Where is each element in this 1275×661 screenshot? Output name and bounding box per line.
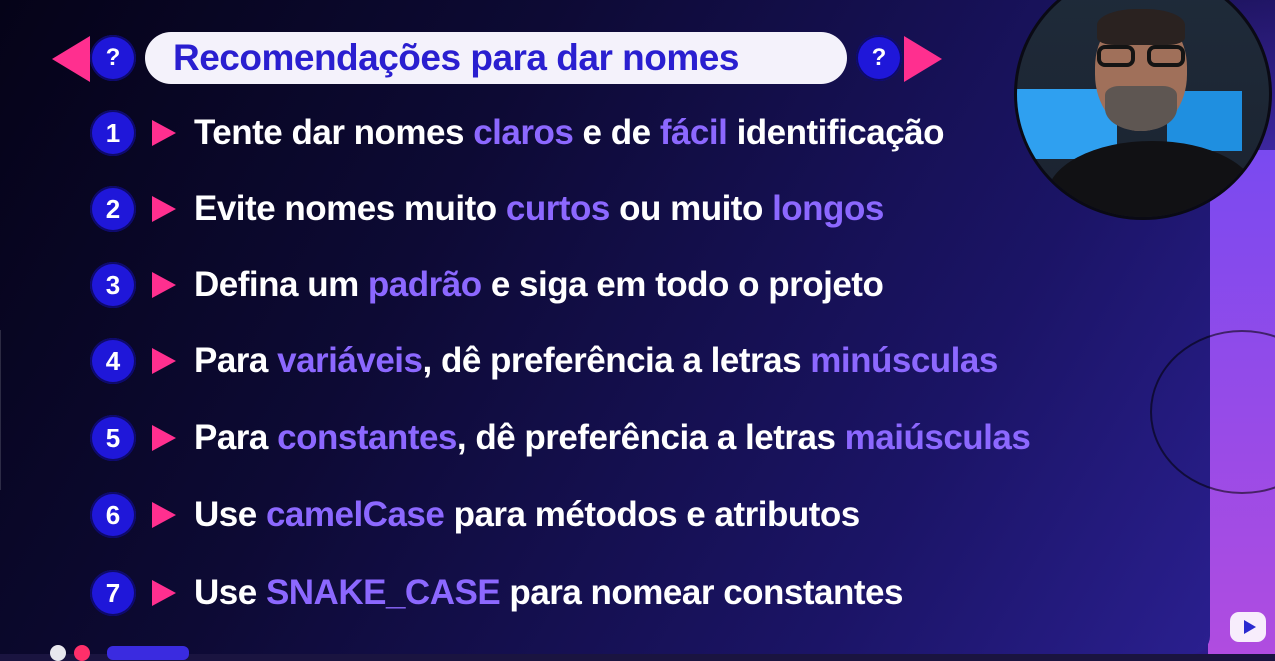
list-item: 3 Defina um padrão e siga em todo o proje… — [90, 260, 884, 310]
item-number-badge: 5 — [90, 415, 136, 461]
play-arrow-icon — [152, 120, 176, 146]
item-text: Use camelCase para métodos e atributos — [194, 495, 860, 535]
highlighted-term: claros — [473, 113, 574, 152]
item-number-badge: 7 — [90, 570, 136, 616]
play-arrow-icon — [152, 425, 176, 451]
list-item: 7 Use SNAKE_CASE para nomear constantes — [90, 568, 903, 618]
item-text-segment: Defina um — [194, 265, 368, 304]
highlighted-term: camelCase — [265, 495, 445, 534]
progress-dot-active[interactable] — [74, 645, 90, 661]
list-item: 2 Evite nomes muito curtos ou muito longo… — [90, 184, 884, 234]
item-text-segment: , dê preferência a letras — [456, 418, 845, 457]
play-arrow-icon — [152, 502, 176, 528]
item-text: Para constantes, dê preferência a letras… — [194, 418, 1031, 458]
highlighted-term: SNAKE_CASE — [265, 573, 501, 612]
list-item: 6 Use camelCase para métodos e atributos — [90, 490, 860, 540]
item-text-segment: Evite nomes muito — [194, 189, 506, 228]
item-text: Defina um padrão e siga em todo o projet… — [194, 265, 884, 305]
youtube-icon[interactable] — [1230, 612, 1266, 642]
highlighted-term: longos — [772, 189, 884, 228]
item-number-badge: 6 — [90, 492, 136, 538]
item-number-badge: 4 — [90, 338, 136, 384]
item-text-segment: Use — [194, 573, 266, 612]
highlighted-term: variáveis — [277, 341, 423, 380]
decor-line — [0, 330, 1, 490]
next-triangle-icon — [904, 36, 942, 82]
glasses-icon — [1093, 45, 1189, 69]
list-item: 4 Para variáveis, dê preferência a letras… — [90, 336, 998, 386]
highlighted-term: maiúsculas — [844, 418, 1031, 457]
webcam-overlay — [1014, 0, 1272, 220]
highlighted-term: constantes — [277, 418, 457, 457]
play-arrow-icon — [152, 272, 176, 298]
item-text-segment: para métodos e atributos — [444, 495, 861, 534]
item-text-segment: e siga em todo o projeto — [481, 265, 884, 304]
progress-dot[interactable] — [50, 645, 66, 661]
item-number-badge: 2 — [90, 186, 136, 232]
play-arrow-icon — [152, 580, 176, 606]
item-text-segment: para nomear constantes — [500, 573, 903, 612]
item-text-segment: identificação — [727, 113, 945, 152]
play-arrow-icon — [152, 196, 176, 222]
item-text: Use SNAKE_CASE para nomear constantes — [194, 573, 903, 613]
item-text: Tente dar nomes claros e de fácil identi… — [194, 113, 945, 153]
help-question-icon-right: ? — [856, 35, 902, 81]
list-item: 5 Para constantes, dê preferência a letra… — [90, 413, 1031, 463]
help-question-icon-left: ? — [90, 35, 136, 81]
highlighted-term: fácil — [659, 113, 728, 152]
item-text-segment: Use — [194, 495, 266, 534]
prev-triangle-icon — [52, 36, 90, 82]
item-number-badge: 3 — [90, 262, 136, 308]
item-text-segment: Tente dar nomes — [194, 113, 474, 152]
presenter-hair — [1097, 9, 1185, 45]
item-number-badge: 1 — [90, 110, 136, 156]
list-item: 1 Tente dar nomes claros e de fácil ident… — [90, 108, 945, 158]
item-text-segment: Para — [194, 418, 278, 457]
presenter-beard — [1105, 86, 1177, 131]
item-text-segment: , dê preferência a letras — [422, 341, 811, 380]
progress-bar[interactable] — [107, 646, 189, 660]
play-arrow-icon — [152, 348, 176, 374]
item-text-segment: Para — [194, 341, 278, 380]
item-text: Evite nomes muito curtos ou muito longos — [194, 189, 884, 229]
highlighted-term: curtos — [505, 189, 610, 228]
highlighted-term: padrão — [367, 265, 482, 304]
slide-title: Recomendações para dar nomes — [145, 32, 847, 84]
highlighted-term: minúsculas — [810, 341, 998, 380]
item-text-segment: e de — [573, 113, 660, 152]
item-text-segment: ou muito — [609, 189, 773, 228]
item-text: Para variáveis, dê preferência a letras … — [194, 341, 998, 381]
